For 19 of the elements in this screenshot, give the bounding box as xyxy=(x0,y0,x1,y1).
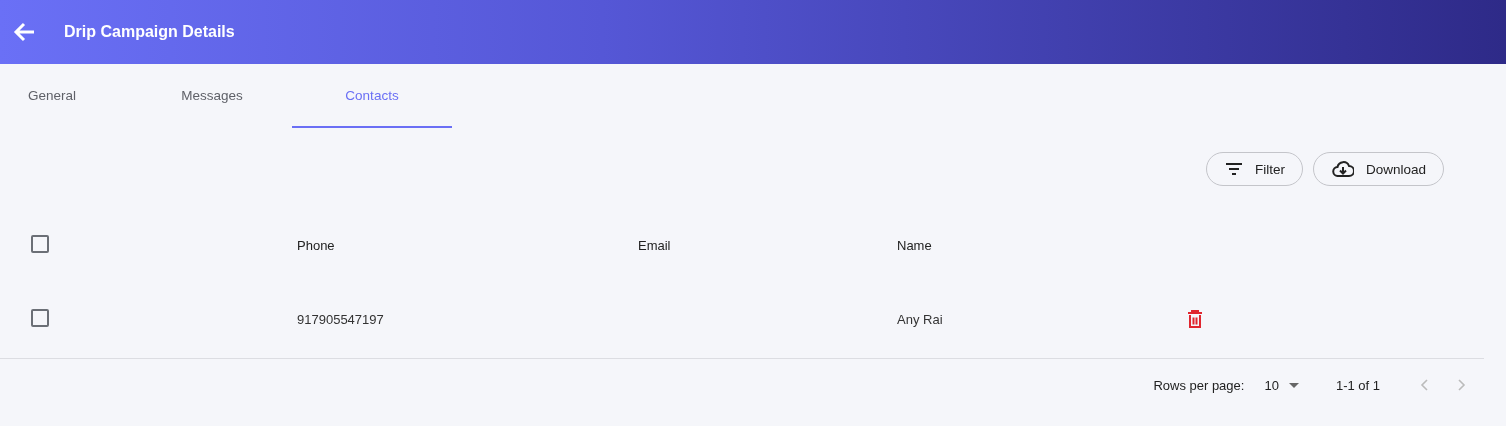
cloud-download-icon xyxy=(1331,161,1354,177)
checkbox[interactable] xyxy=(31,308,49,327)
checkbox[interactable] xyxy=(31,234,49,253)
table-cell: 917905547197 xyxy=(297,311,384,327)
dropdown-caret-icon xyxy=(1288,382,1299,388)
back-arrow-icon[interactable] xyxy=(13,20,37,44)
page-title: Drip Campaign Details xyxy=(64,23,235,41)
tab[interactable]: General xyxy=(0,64,132,128)
rows-per-page-label: Rows per page: xyxy=(1153,377,1245,393)
trash-icon[interactable] xyxy=(1187,310,1203,328)
rows-per-page-select[interactable]: 10 xyxy=(1264,377,1299,393)
table-cell: Any Rai xyxy=(897,311,943,327)
tab[interactable]: Contacts xyxy=(292,64,452,128)
column-header: Name xyxy=(897,237,933,253)
page-range: 1-1 of 1 xyxy=(1335,377,1380,393)
filter-icon xyxy=(1224,162,1243,176)
column-header: Phone xyxy=(297,237,336,253)
tab[interactable]: Messages xyxy=(132,64,292,128)
column-header: Email xyxy=(638,237,672,253)
